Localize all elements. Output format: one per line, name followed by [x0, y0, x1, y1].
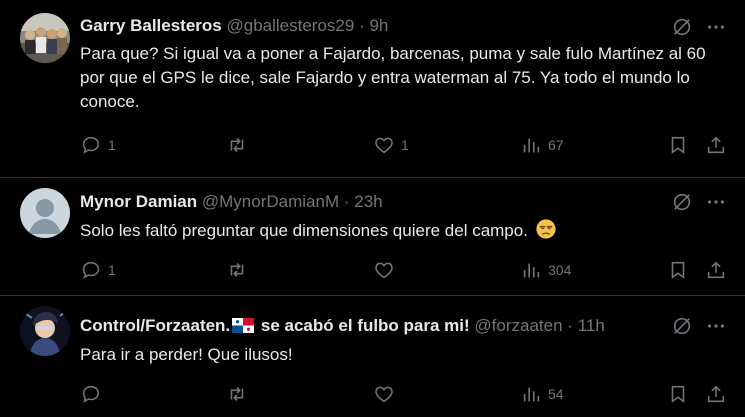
action-bar: 1 1 67 [80, 133, 727, 157]
bookmark-icon [671, 385, 685, 403]
author-handle[interactable]: @forzaaten [474, 316, 562, 335]
retweet-button[interactable] [226, 382, 254, 406]
default-profile-avatar-icon [20, 188, 70, 238]
tweet-text-body: Solo les faltó preguntar que dimensiones… [80, 221, 528, 240]
share-icon [707, 136, 725, 154]
author-handle[interactable]: @gballesteros29 [226, 16, 354, 35]
avatar[interactable] [20, 306, 70, 356]
reply-icon [82, 261, 100, 279]
views-count: 54 [548, 386, 564, 402]
retweet-button[interactable] [226, 258, 254, 282]
bookmark-icon [671, 261, 685, 279]
reply-count: 1 [108, 262, 116, 278]
author-name-part2[interactable]: se acabó el fulbo para mi! [256, 316, 470, 335]
share-button[interactable] [705, 133, 727, 157]
like-button[interactable] [373, 382, 401, 406]
heart-icon [375, 386, 393, 403]
tweet-header: Mynor Damian @MynorDamianM · 23h [80, 191, 383, 213]
views-count: 67 [548, 137, 564, 153]
bookmark-button[interactable] [667, 133, 689, 157]
tweet-text: Para ir a perder! Que ilusos! [80, 345, 293, 364]
reply-icon [82, 136, 100, 154]
retweet-button[interactable] [226, 133, 254, 157]
tweet[interactable]: Mynor Damian @MynorDamianM · 23h Solo le… [0, 178, 745, 296]
timestamp[interactable]: 23h [354, 192, 382, 211]
timestamp[interactable]: 9h [369, 16, 388, 35]
bookmark-button[interactable] [667, 258, 689, 282]
views-button[interactable]: 54 [520, 382, 564, 406]
author-name[interactable]: Mynor Damian [80, 192, 197, 211]
retweet-icon [230, 263, 244, 277]
action-bar: 1 304 [80, 258, 727, 282]
reply-button[interactable]: 1 [80, 258, 116, 282]
retweet-icon [230, 387, 244, 401]
tweet-text: Solo les faltó preguntar que dimensiones… [80, 218, 715, 243]
grok-icon[interactable] [671, 16, 693, 38]
avatar[interactable] [20, 188, 70, 238]
heart-icon [375, 137, 393, 154]
more-options-icon[interactable] [705, 16, 727, 38]
separator-dot: · [359, 16, 365, 35]
views-button[interactable]: 67 [520, 133, 564, 157]
views-button[interactable]: 304 [520, 258, 571, 282]
more-options-icon[interactable] [705, 315, 727, 337]
tweet-header: Control/Forzaaten. se acabó el fulbo par… [80, 315, 605, 337]
reply-button[interactable]: 1 [80, 133, 116, 157]
author-name-part1[interactable]: Control/Forzaaten. [80, 316, 230, 335]
reply-icon [82, 385, 100, 403]
unamused-face-emoji-icon [536, 219, 556, 239]
action-bar: 54 [80, 382, 727, 406]
like-count: 1 [401, 137, 409, 153]
share-button[interactable] [705, 258, 727, 282]
tweet-text: Para que? Si igual va a poner a Fajardo,… [80, 44, 706, 111]
views-count: 304 [548, 262, 572, 278]
tweet[interactable]: Control/Forzaaten. se acabó el fulbo par… [0, 296, 745, 417]
timestamp[interactable]: 11h [578, 316, 605, 335]
author-name[interactable]: Garry Ballesteros [80, 16, 222, 35]
anime-character-avatar-icon [20, 306, 70, 356]
heart-icon [375, 262, 393, 279]
views-chart-icon [523, 387, 540, 402]
share-icon [707, 385, 725, 403]
grok-icon[interactable] [671, 315, 693, 337]
views-chart-icon [523, 138, 540, 153]
more-options-icon[interactable] [705, 191, 727, 213]
reply-feed: Garry Ballesteros @gballesteros29 · 9h P… [0, 0, 745, 417]
author-handle[interactable]: @MynorDamianM [202, 192, 339, 211]
panama-flag-icon [232, 318, 255, 333]
grok-icon[interactable] [671, 191, 693, 213]
group-photo-avatar-icon [20, 13, 70, 63]
separator-dot: · [567, 316, 573, 335]
tweet[interactable]: Garry Ballesteros @gballesteros29 · 9h P… [0, 0, 745, 178]
reply-count: 1 [108, 137, 116, 153]
like-button[interactable]: 1 [373, 133, 409, 157]
bookmark-button[interactable] [667, 382, 689, 406]
share-button[interactable] [705, 382, 727, 406]
retweet-icon [230, 138, 244, 152]
share-icon [707, 261, 725, 279]
views-chart-icon [523, 263, 540, 278]
avatar[interactable] [20, 13, 70, 63]
separator-dot: · [343, 192, 350, 211]
bookmark-icon [671, 136, 685, 154]
reply-button[interactable] [80, 382, 108, 406]
tweet-header: Garry Ballesteros @gballesteros29 · 9h [80, 15, 388, 37]
like-button[interactable] [373, 258, 401, 282]
